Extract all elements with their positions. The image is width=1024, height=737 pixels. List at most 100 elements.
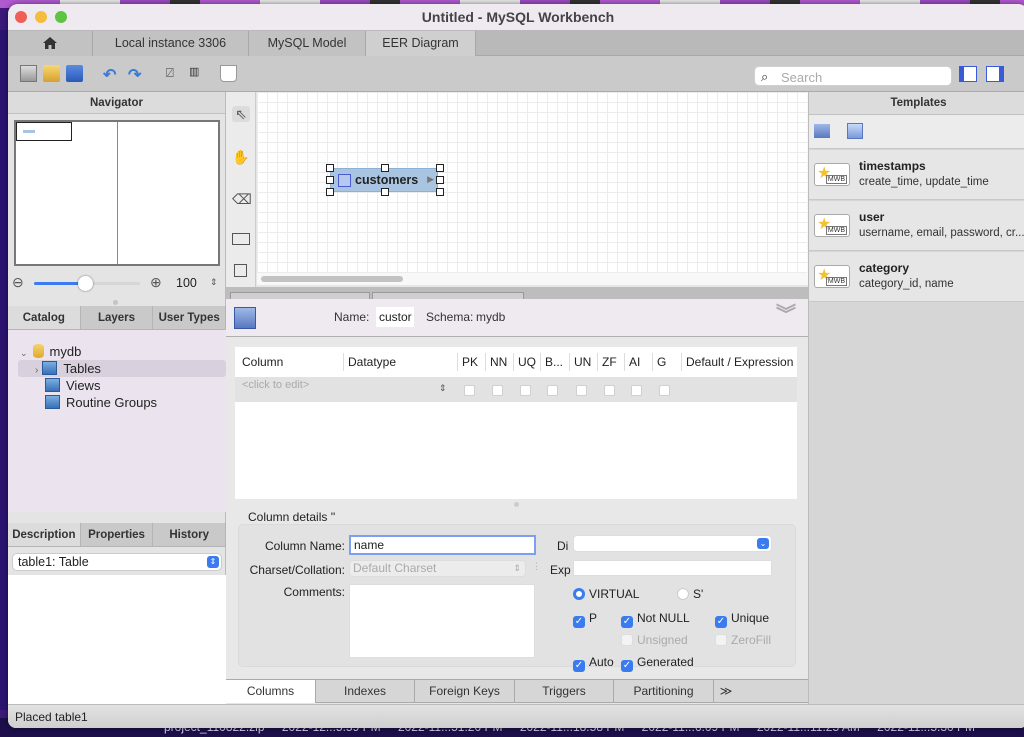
datatype-stepper-icon[interactable]: ⇕ [439,383,447,394]
navigator-viewport[interactable] [16,122,72,141]
toggle-right-panel-icon[interactable] [986,66,1004,82]
diagram-canvas[interactable]: customers ▶ [257,92,819,285]
column-separator[interactable] [681,353,682,371]
template-item[interactable]: ★ MWB category category_id, name [809,252,1024,302]
align-icon[interactable]: ▥ [189,65,206,82]
comments-textarea[interactable] [349,584,535,658]
expand-arrow-icon[interactable]: ▶ [427,174,434,185]
column-separator[interactable] [485,353,486,371]
column-header[interactable]: UN [574,355,591,369]
template-item[interactable]: ★ MWB user username, email, password, cr.… [809,201,1024,251]
column-header[interactable]: ZF [602,355,617,369]
column-separator[interactable] [624,353,625,371]
pointer-icon[interactable]: ⇖ [232,106,250,122]
tab-columns[interactable]: Columns [226,680,316,703]
checkbox-generated[interactable]: ✓ Generated [621,655,694,672]
resize-handle[interactable] [436,164,444,172]
column-name-input[interactable]: name [349,535,536,555]
tab-partitioning[interactable]: Partitioning [614,680,714,703]
column-header[interactable]: G [657,355,666,369]
column-header[interactable]: Default / Expression [686,355,793,369]
tab-properties[interactable]: Properties [81,523,154,546]
column-separator[interactable] [343,353,344,371]
radio-stored[interactable]: S' [677,587,703,601]
datatype-select[interactable]: ⌄ [573,535,772,552]
column-separator[interactable] [569,353,570,371]
column-header[interactable]: PK [462,355,478,369]
edit-template-icon[interactable] [814,124,830,138]
collapse-chevrons-icon[interactable]: ︾ [776,305,796,325]
flag-checkbox[interactable] [520,385,531,396]
open-folder-icon[interactable] [43,65,60,82]
tab-mysql-model[interactable]: MySQL Model [249,31,366,56]
undo-icon[interactable]: ↶ [103,65,120,84]
zoom-out-icon[interactable]: ⊖ [12,274,24,291]
layer-icon[interactable] [232,233,250,245]
column-separator[interactable] [457,353,458,371]
redo-icon[interactable]: ↷ [128,65,145,84]
tab-home[interactable] [8,31,93,56]
checkbox-primary-key[interactable]: ✓ P [573,611,597,628]
new-template-icon[interactable] [847,123,863,139]
resize-handle[interactable] [436,188,444,196]
resize-handle[interactable] [381,164,389,172]
tab-triggers[interactable]: Triggers [515,680,614,703]
zoom-slider[interactable] [34,276,140,291]
resize-handle[interactable] [381,188,389,196]
flag-checkbox[interactable] [547,385,558,396]
flag-checkbox[interactable] [492,385,503,396]
flag-checkbox[interactable] [576,385,587,396]
column-separator[interactable] [513,353,514,371]
tab-history[interactable]: History [153,523,227,546]
radio-virtual[interactable]: VIRTUAL [573,587,639,601]
tab-indexes[interactable]: Indexes [316,680,415,703]
toggle-grid-icon[interactable]: ⍁ [166,65,183,82]
tree-item-tables[interactable]: › Tables [35,360,101,377]
column-header[interactable]: AI [629,355,640,369]
zoom-in-icon[interactable]: ⊕ [150,274,162,291]
resize-handle[interactable] [436,176,444,184]
checkbox-unique[interactable]: ✓ Unique [715,611,769,628]
chevron-right-icon[interactable]: › [35,365,38,376]
tab-local-instance[interactable]: Local instance 3306 [93,31,249,56]
horizontal-scrollbar[interactable] [257,273,819,285]
checkbox-auto-increment[interactable]: ✓ Auto [573,655,614,672]
tab-layers[interactable]: Layers [81,306,154,329]
search-input[interactable]: ⌕ Search [754,66,952,86]
flag-checkbox[interactable] [604,385,615,396]
column-separator[interactable] [597,353,598,371]
hand-icon[interactable]: ✋ [232,149,250,165]
column-header[interactable]: Datatype [348,355,396,369]
tree-item-mydb[interactable]: ⌄ mydb [20,343,81,360]
expression-input[interactable] [573,560,772,576]
navigator-preview[interactable] [14,120,220,266]
horizontal-scroll-thumb[interactable] [261,276,403,282]
column-header[interactable]: Column [242,355,283,369]
column-separator[interactable] [652,353,653,371]
save-icon[interactable] [66,65,83,82]
checkbox-not-null[interactable]: ✓ Not NULL [621,611,690,628]
zoom-stepper-icon[interactable]: ⇕ [210,277,218,288]
chevron-down-icon[interactable]: ⌄ [20,348,28,358]
more-tabs-icon[interactable]: ≫ [714,680,738,703]
toggle-left-panel-icon[interactable] [959,66,977,82]
tab-eer-diagram[interactable]: EER Diagram [366,31,476,56]
column-header[interactable]: NN [490,355,507,369]
flag-checkbox[interactable] [464,385,475,396]
new-diagram-icon[interactable] [220,65,237,82]
click-to-edit-placeholder[interactable]: <click to edit> [242,379,309,391]
zoom-value[interactable]: 100 [176,276,197,290]
tree-item-views[interactable]: Views [45,377,100,394]
tab-foreign-keys[interactable]: Foreign Keys [415,680,515,703]
charset-select[interactable]: Default Charset ⇕ [349,560,526,577]
checkbox-zerofill[interactable]: ZeroFill [715,633,771,647]
column-header[interactable]: B... [545,355,563,369]
description-text-area[interactable] [8,575,226,705]
table-name-input[interactable]: custor [376,307,414,327]
object-select[interactable]: table1: Table ⇕ [12,553,222,571]
collation-stepper-icon[interactable]: ⋮ [532,561,541,572]
template-item[interactable]: ★ MWB timestamps create_time, update_time [809,150,1024,200]
eraser-icon[interactable]: ⌫ [232,191,252,207]
flag-checkbox[interactable] [659,385,670,396]
tab-catalog[interactable]: Catalog [8,306,81,329]
